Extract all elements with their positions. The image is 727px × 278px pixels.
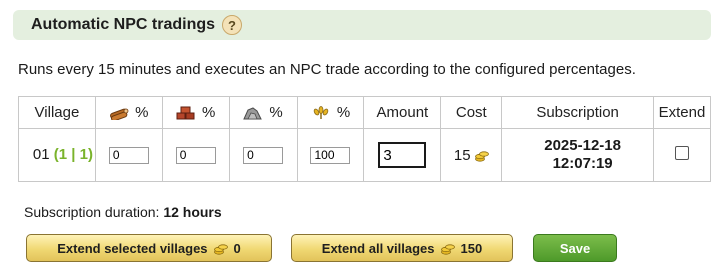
- village-name[interactable]: 01: [33, 146, 50, 163]
- crop-pct-cell: [296, 128, 365, 182]
- subscription-date: 2025-12-18: [544, 137, 621, 154]
- clay-resource-icon: [176, 106, 195, 119]
- help-icon[interactable]: ?: [222, 15, 243, 35]
- extend-all-cost: 150: [460, 240, 483, 256]
- clay-pct-label: %: [202, 104, 216, 121]
- extend-selected-label: Extend selected villages: [57, 240, 208, 256]
- save-button[interactable]: Save: [533, 234, 617, 262]
- col-village: Village: [18, 96, 96, 129]
- subscription-time: 12:07:19: [552, 155, 613, 172]
- col-crop-pct: %: [296, 96, 365, 129]
- wood-resource-icon: [110, 108, 129, 120]
- amount-input[interactable]: [378, 142, 427, 168]
- table-header-row: Village % % % % Amount Cost Subscription…: [18, 96, 712, 129]
- iron-pct-label: %: [269, 104, 283, 121]
- village-cell: 01 (1 | 1): [18, 128, 96, 182]
- iron-pct-input[interactable]: [243, 146, 284, 164]
- iron-resource-icon: [243, 106, 263, 119]
- duration-label: Subscription duration:: [24, 204, 160, 220]
- table-row: 01 (1 | 1) 15: [18, 128, 712, 182]
- duration-value: 12 hours: [163, 204, 222, 220]
- extend-all-button[interactable]: Extend all villages 150: [291, 234, 513, 262]
- col-amount: Amount: [363, 96, 442, 129]
- extend-all-label: Extend all villages: [321, 240, 435, 256]
- cost-value: 15: [453, 146, 471, 164]
- description-text: Runs every 15 minutes and executes an NP…: [18, 61, 636, 78]
- gold-coins-icon: [440, 244, 455, 255]
- crop-resource-icon: [313, 105, 329, 119]
- cost-cell: 15: [440, 128, 503, 182]
- gold-coins-icon: [474, 150, 489, 162]
- col-iron-pct: %: [228, 96, 298, 129]
- clay-pct-cell: [161, 128, 230, 182]
- wood-pct-label: %: [135, 104, 149, 121]
- iron-pct-cell: [228, 128, 298, 182]
- extend-selected-button[interactable]: Extend selected villages 0: [26, 234, 272, 262]
- village-coords[interactable]: (1 | 1): [54, 146, 93, 163]
- subscription-cell: 2025-12-18 12:07:19: [501, 128, 654, 182]
- save-label: Save: [559, 240, 591, 256]
- section-title: Automatic NPC tradings: [31, 16, 216, 33]
- crop-pct-input[interactable]: [310, 146, 351, 164]
- extend-selected-cost: 0: [233, 240, 241, 256]
- col-subscription: Subscription: [501, 96, 654, 129]
- gold-coins-icon: [213, 244, 228, 255]
- extend-checkbox[interactable]: [674, 146, 689, 160]
- section-header: Automatic NPC tradings ?: [13, 10, 711, 40]
- crop-pct-label: %: [336, 104, 351, 121]
- col-extend: Extend: [652, 96, 712, 129]
- clay-pct-input[interactable]: [175, 146, 216, 164]
- subscription-duration: Subscription duration: 12 hours: [24, 204, 222, 220]
- amount-cell: [363, 128, 442, 182]
- extend-cell: [652, 128, 712, 182]
- wood-pct-input[interactable]: [108, 146, 149, 164]
- npc-trade-table: Village % % % % Amount Cost Subscription…: [18, 96, 712, 182]
- col-cost: Cost: [440, 96, 503, 129]
- col-clay-pct: %: [161, 96, 230, 129]
- wood-pct-cell: [94, 128, 163, 182]
- col-wood-pct: %: [94, 96, 163, 129]
